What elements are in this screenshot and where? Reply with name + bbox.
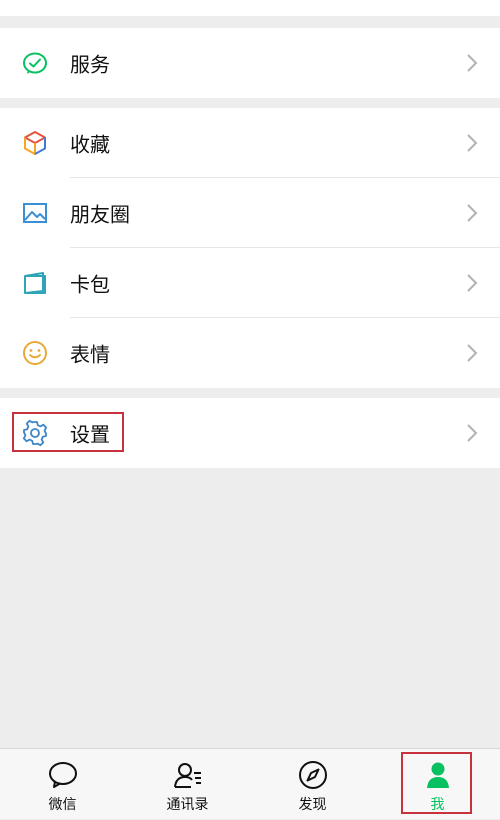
wallet-icon — [20, 268, 50, 298]
tab-chats-label: 微信 — [48, 797, 77, 813]
contacts-icon — [173, 763, 201, 788]
chevron-right-icon — [467, 54, 478, 72]
chevron-right-icon — [467, 134, 478, 152]
services-label: 服务 — [70, 52, 110, 77]
cube-icon — [20, 128, 50, 158]
moments-label: 朋友圈 — [70, 202, 130, 227]
stickers-label: 表情 — [70, 342, 110, 367]
favorites-row[interactable]: 收藏 — [0, 108, 500, 178]
chevron-right-icon — [467, 424, 478, 442]
tab-discover-label: 发现 — [298, 797, 327, 813]
tab-chats[interactable]: 微信 — [0, 749, 125, 820]
image-icon — [20, 198, 50, 228]
services-row[interactable]: 服务 — [0, 28, 500, 98]
favorites-label: 收藏 — [70, 132, 110, 157]
smiley-icon — [20, 338, 50, 368]
main-group: 收藏 朋友圈 卡包 表情 — [0, 108, 500, 388]
tab-contacts[interactable]: 通讯录 — [125, 749, 250, 820]
services-icon — [20, 48, 50, 78]
chevron-right-icon — [467, 274, 478, 292]
tab-contacts-label: 通讯录 — [166, 797, 209, 813]
chevron-right-icon — [467, 344, 478, 362]
chevron-right-icon — [467, 204, 478, 222]
services-group: 服务 — [0, 28, 500, 98]
tab-discover[interactable]: 发现 — [250, 749, 375, 820]
top-strip — [0, 0, 500, 16]
card-wallet-label: 卡包 — [70, 272, 110, 297]
chat-bubble-icon — [48, 762, 77, 788]
stickers-row[interactable]: 表情 — [0, 318, 500, 388]
moments-row[interactable]: 朋友圈 — [0, 178, 500, 248]
card-wallet-row[interactable]: 卡包 — [0, 248, 500, 318]
settings-highlight-box — [12, 412, 124, 452]
compass-icon — [298, 761, 327, 789]
tab-me-highlight-box — [401, 752, 472, 814]
